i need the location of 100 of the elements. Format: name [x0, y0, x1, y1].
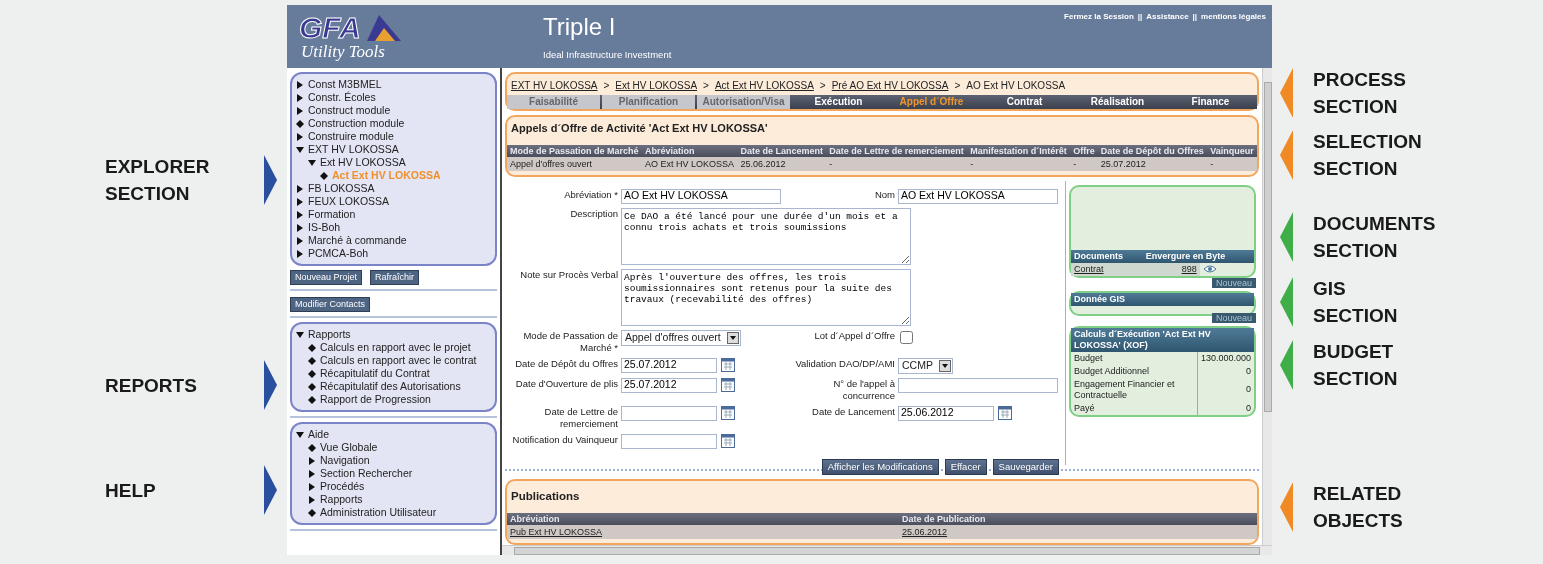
calendar-icon[interactable]: [721, 357, 735, 372]
tree-item[interactable]: Procédés: [320, 480, 365, 493]
callout-label: PROCESS SECTION: [1313, 68, 1406, 119]
horizontal-scrollbar[interactable]: [502, 545, 1272, 555]
process-tab[interactable]: Finance: [1164, 95, 1257, 109]
collapsed-arrow-icon[interactable]: [308, 469, 316, 478]
collapsed-arrow-icon[interactable]: [296, 132, 304, 141]
eye-icon[interactable]: [1202, 265, 1217, 274]
date-field[interactable]: 25.06.2012: [898, 405, 994, 421]
collapsed-arrow-icon[interactable]: [296, 80, 304, 89]
expanded-arrow-icon[interactable]: [296, 330, 304, 339]
process-tab[interactable]: Contrat: [978, 95, 1071, 109]
collapsed-arrow-icon[interactable]: [296, 210, 304, 219]
form-button[interactable]: Sauvegarder: [992, 458, 1059, 475]
tree-item[interactable]: Rapports: [308, 328, 351, 341]
date-field[interactable]: 25.07.2012: [621, 377, 717, 393]
header-link[interactable]: mentions légales: [1201, 11, 1266, 68]
sidebar-button[interactable]: Rafraîchir: [370, 270, 420, 285]
tree-item[interactable]: Construct module: [308, 104, 391, 117]
expanded-arrow-icon[interactable]: [296, 145, 304, 154]
text-area[interactable]: Après l'ouverture des offres, les trois soumissionnaires sont retenus pour la suite des travaux (recevabilité des offres): [621, 268, 911, 326]
tree-item[interactable]: Formation: [308, 208, 356, 221]
form-button[interactable]: Effacer: [944, 458, 987, 475]
collapsed-arrow-icon[interactable]: [296, 236, 304, 245]
text-field[interactable]: AO Ext HV LOKOSSA: [621, 188, 781, 204]
date-field[interactable]: 25.07.2012: [621, 357, 717, 373]
tree-item[interactable]: Rapports: [320, 493, 363, 506]
tree-item[interactable]: Const M3BMEL: [308, 78, 382, 91]
table-link[interactable]: 25.06.2012: [902, 527, 948, 537]
tree-item[interactable]: Ext HV LOKOSSA: [320, 156, 406, 169]
tree-item[interactable]: PCMCA-Boh: [308, 247, 369, 260]
tree-item[interactable]: Constr. Écoles: [308, 91, 376, 104]
process-tab[interactable]: Exécution: [792, 95, 885, 109]
field-label: N° de l'appel à concurrence: [832, 377, 896, 402]
new-button[interactable]: Nouveau: [1211, 277, 1256, 288]
header-link[interactable]: Assistance: [1146, 11, 1189, 68]
text-area[interactable]: Ce DAO a été lancé pour une durée d'un mois et a connu trois achats et trois soumissions: [621, 207, 911, 265]
dropdown-caret-icon: [726, 331, 739, 344]
calendar-icon[interactable]: [998, 405, 1012, 420]
collapsed-arrow-icon[interactable]: [296, 249, 304, 258]
link-separator: ||: [1192, 11, 1198, 23]
tree-item[interactable]: Aide: [308, 428, 329, 441]
date-field[interactable]: [621, 433, 717, 449]
expanded-arrow-icon[interactable]: [308, 158, 316, 167]
collapsed-arrow-icon[interactable]: [308, 456, 316, 465]
column-header: Documents: [1071, 249, 1143, 263]
breadcrumb-link[interactable]: Pré AO Ext HV LOKOSSA: [831, 78, 949, 93]
tree-item[interactable]: Calculs en rapport avec le projet: [320, 341, 471, 354]
breadcrumb-link[interactable]: EXT HV LOKOSSA: [511, 78, 598, 93]
tree-item[interactable]: Rapport de Progression: [320, 393, 431, 406]
date-field[interactable]: [621, 405, 717, 421]
collapsed-arrow-icon[interactable]: [296, 93, 304, 102]
collapsed-arrow-icon[interactable]: [296, 106, 304, 115]
tree-item[interactable]: EXT HV LOKOSSA: [308, 143, 399, 156]
tree-item[interactable]: FB LOKOSSA: [308, 182, 375, 195]
form-button[interactable]: Afficher les Modifications: [821, 458, 939, 475]
budget-value: 0: [1197, 377, 1254, 402]
breadcrumb-link[interactable]: Act Ext HV LOKOSSA: [714, 78, 814, 93]
column-header: Offre: [1070, 144, 1098, 157]
calendar-icon[interactable]: [721, 377, 735, 392]
budget-label: Engagement Financier et Contractuelle: [1071, 377, 1198, 402]
expanded-arrow-icon[interactable]: [296, 430, 304, 439]
dropdown-field[interactable]: CCMP: [898, 357, 953, 374]
text-field[interactable]: [898, 377, 1058, 393]
new-button[interactable]: Nouveau: [1211, 312, 1256, 323]
budget-value: 130.000.000: [1197, 351, 1254, 365]
tree-item[interactable]: Construction module: [308, 117, 405, 130]
vertical-scrollbar[interactable]: [1262, 68, 1272, 545]
sidebar-button[interactable]: Nouveau Projet: [290, 270, 363, 285]
calendar-icon[interactable]: [721, 433, 735, 448]
tree-item[interactable]: Calculs en rapport avec le contrat: [320, 354, 477, 367]
contacts-button[interactable]: Modifier Contacts: [290, 297, 371, 312]
section-title: Publications: [510, 488, 581, 504]
table-link[interactable]: Pub Ext HV LOKOSSA: [510, 527, 603, 537]
budget-label: Budget Additionnel: [1071, 364, 1198, 378]
text-field[interactable]: AO Ext HV LOKOSSA: [898, 188, 1058, 204]
breadcrumb-link[interactable]: Ext HV LOKOSSA: [615, 78, 698, 93]
callout-label: REPORTS: [105, 373, 197, 398]
calendar-icon[interactable]: [721, 405, 735, 420]
field-label: Notification du Vainqueur: [511, 433, 619, 446]
dropdown-field[interactable]: Appel d'offres ouvert: [621, 329, 741, 346]
process-tab[interactable]: Réalisation: [1071, 95, 1164, 109]
collapsed-arrow-icon[interactable]: [308, 482, 316, 491]
tree-item[interactable]: Marché à commande: [308, 234, 407, 247]
tree-item[interactable]: Récapitulatif des Autorisations: [320, 380, 461, 393]
header-link[interactable]: Fermez la Session: [1064, 11, 1134, 68]
tree-item[interactable]: Construire module: [308, 130, 394, 143]
tree-item[interactable]: Vue Globale: [320, 441, 378, 454]
tree-item[interactable]: Navigation: [320, 454, 370, 467]
collapsed-arrow-icon[interactable]: [308, 495, 316, 504]
checkbox[interactable]: [900, 330, 913, 344]
collapsed-arrow-icon[interactable]: [296, 184, 304, 193]
tree-item[interactable]: FEUX LOKOSSA: [308, 195, 390, 208]
collapsed-arrow-icon[interactable]: [296, 223, 304, 232]
tree-item[interactable]: Récapitulatif du Contrat: [320, 367, 430, 380]
panel-header: Calculs d´Exécution 'Act Ext HV LOKOSSA' (XOF): [1071, 327, 1254, 352]
tree-item[interactable]: IS-Boh: [308, 221, 341, 234]
collapsed-arrow-icon[interactable]: [296, 197, 304, 206]
tree-item[interactable]: Administration Utilisateur: [320, 506, 437, 519]
tree-item[interactable]: Section Rechercher: [320, 467, 413, 480]
